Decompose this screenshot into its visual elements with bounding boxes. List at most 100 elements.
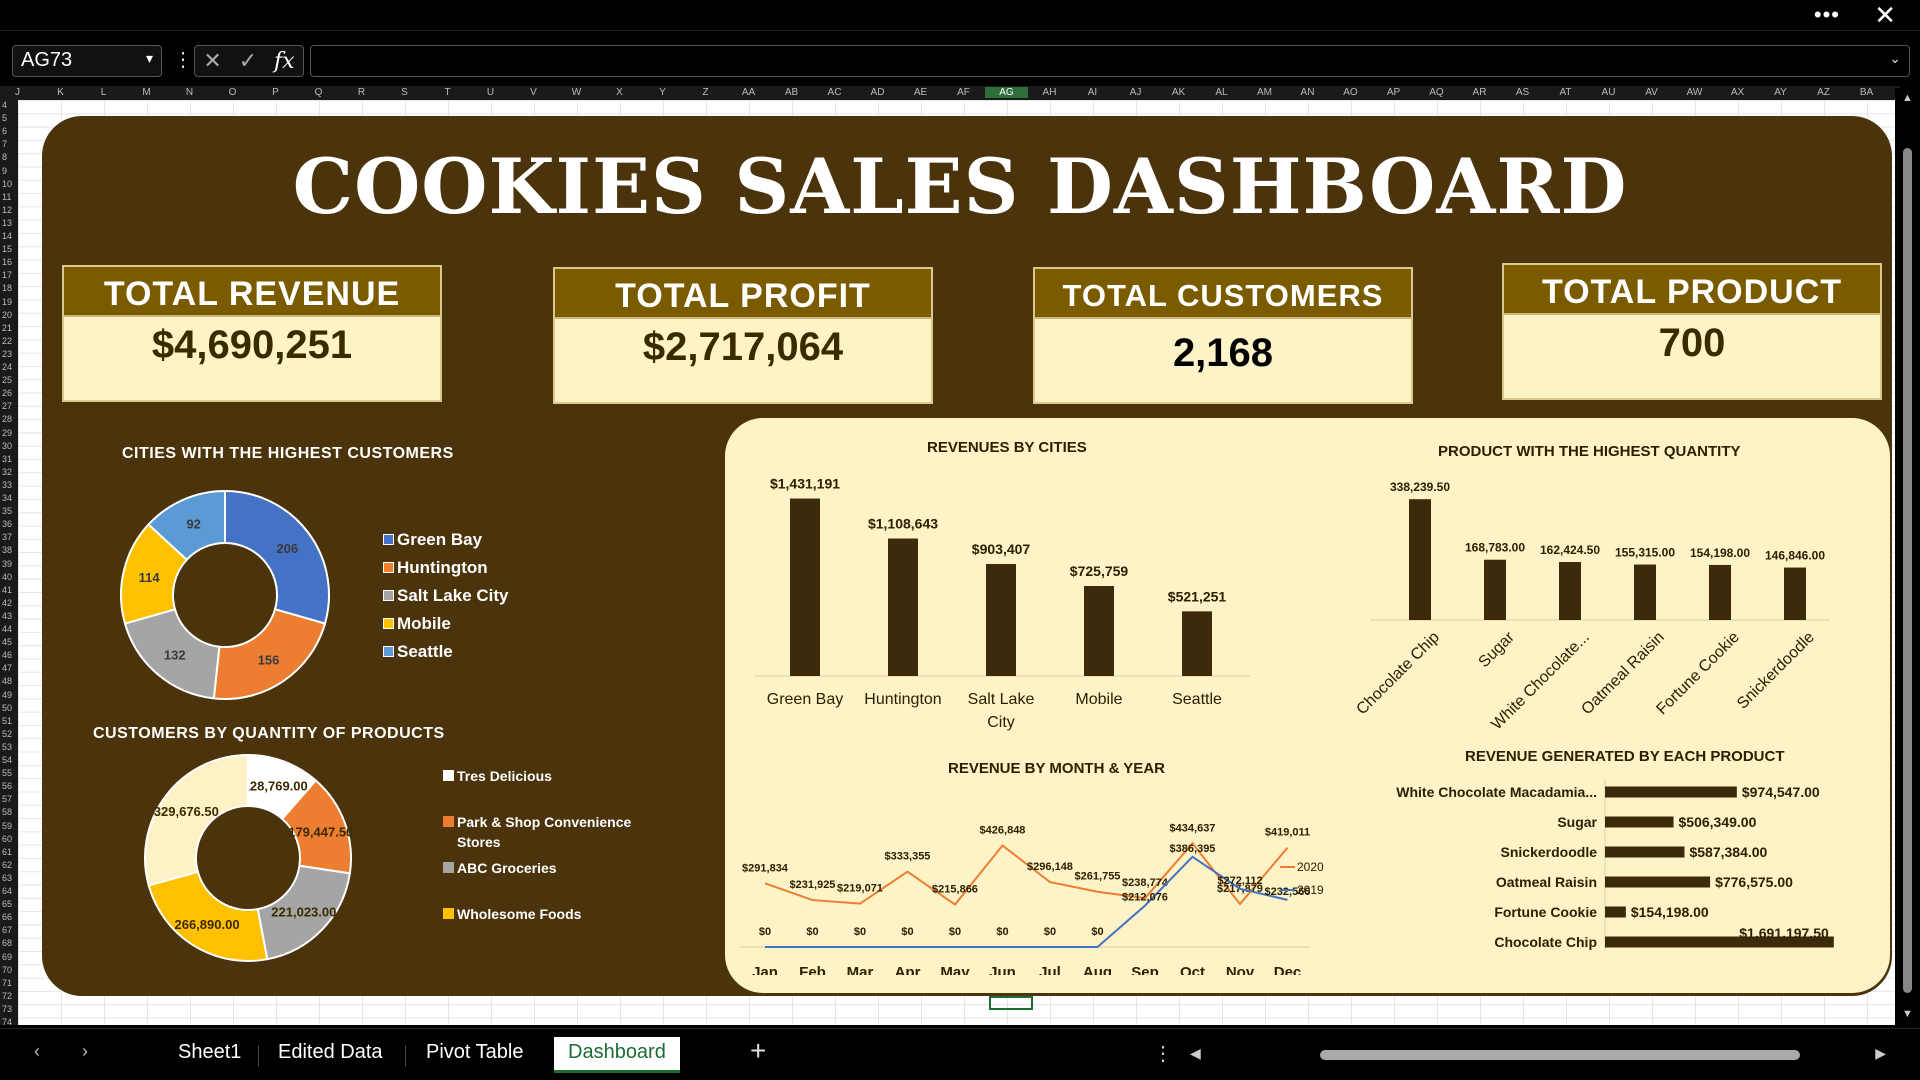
kpi-total-customers[interactable]: TOTAL CUSTOMERS 2,168: [1033, 267, 1413, 404]
scroll-thumb[interactable]: [1320, 1050, 1800, 1060]
column-header: AC: [827, 87, 842, 98]
column-header: T: [444, 87, 451, 98]
data-label: 128,769.00: [243, 778, 308, 793]
column-header: AW: [1686, 87, 1703, 98]
legend-item: Green Bay: [383, 530, 482, 550]
data-label: $272,112: [1217, 875, 1262, 887]
column-header: AE: [913, 87, 928, 98]
row-header: 24: [2, 362, 13, 372]
row-header: 26: [2, 388, 13, 399]
tick-label: White Chocolate Macadamia...: [1396, 784, 1597, 800]
kpi-label: TOTAL PRODUCT: [1504, 265, 1880, 315]
column-header: W: [571, 87, 582, 98]
kpi-value: $4,690,251: [151, 323, 353, 367]
fx-icon[interactable]: fx: [274, 49, 295, 74]
column-header: AK: [1171, 87, 1186, 98]
data-label: $291,834: [742, 862, 789, 874]
column-header: Z: [702, 87, 709, 98]
data-label: $1,691,197.50: [1739, 925, 1829, 941]
revenue-by-month-chart[interactable]: $291,834$231,925 $219,071 $333,355 $215,866…: [735, 775, 1335, 975]
row-header: 48: [2, 676, 13, 687]
scroll-right-icon[interactable]: ▶: [1875, 1045, 1886, 1062]
row-header: 66: [2, 912, 13, 923]
vertical-dots-icon[interactable]: ⋮: [173, 47, 193, 72]
row-header: 20: [2, 309, 13, 320]
scroll-thumb[interactable]: [1903, 148, 1912, 993]
row-header: 58: [2, 807, 13, 818]
row-header: 64: [2, 886, 13, 896]
row-header: 25: [2, 375, 13, 386]
legend-label: Park & Shop Convenience: [457, 814, 632, 830]
column-header: AP: [1386, 87, 1401, 98]
scroll-left-icon[interactable]: ◀: [1190, 1045, 1201, 1062]
row-header: 43: [2, 610, 13, 621]
kpi-total-product[interactable]: TOTAL PRODUCT 700: [1502, 263, 1882, 400]
kpi-label: TOTAL PROFIT: [555, 269, 931, 319]
tick-label: Fortune Cookie: [1653, 629, 1742, 718]
row-header: 21: [2, 322, 13, 333]
revenue-by-cities-chart[interactable]: $1,431,191 Green Bay $1,108,643 Huntington $…: [745, 460, 1265, 740]
tick-label: Nov: [1226, 964, 1255, 975]
more-options-icon[interactable]: •••: [1814, 2, 1840, 28]
row-header: 60: [2, 833, 13, 844]
cancel-icon[interactable]: ✕: [203, 48, 221, 74]
next-sheet-icon[interactable]: ›: [82, 1041, 88, 1062]
expand-formula-icon[interactable]: ⌄: [1889, 50, 1901, 67]
formula-input[interactable]: ⌄: [310, 45, 1910, 77]
row-header: 51: [2, 715, 13, 726]
revenue-by-product-chart[interactable]: White Chocolate Macadamia... $974,547.00 S…: [1330, 775, 1875, 960]
column-header: AH: [1042, 87, 1057, 98]
scroll-down-icon[interactable]: ▼: [1902, 1008, 1913, 1020]
data-label: 156: [258, 653, 280, 668]
prev-sheet-icon[interactable]: ‹: [34, 1041, 40, 1062]
row-header: 38: [2, 545, 13, 556]
data-label: $776,575.00: [1715, 874, 1793, 890]
data-label: $521,251: [1168, 588, 1227, 604]
data-label: 338,239.50: [1390, 480, 1450, 494]
name-box[interactable]: AG73 ▾: [12, 45, 162, 77]
data-label: $0: [901, 926, 913, 938]
tab-dashboard[interactable]: Dashboard: [554, 1037, 680, 1073]
data-label: $154,198.00: [1631, 904, 1709, 920]
cities-donut-chart[interactable]: 206 156 132 114 92: [110, 480, 340, 710]
row-header: 17: [2, 270, 13, 281]
kpi-total-revenue[interactable]: TOTAL REVENUE $4,690,251: [62, 265, 442, 402]
kpi-total-profit[interactable]: TOTAL PROFIT $2,717,064: [553, 267, 933, 404]
legend-swatch: [383, 618, 394, 629]
row-header: 70: [2, 964, 13, 975]
row-header: 68: [2, 938, 13, 949]
row-header: 19: [2, 296, 13, 307]
tab-edited-data[interactable]: Edited Data: [278, 1041, 383, 1064]
legend-item: Salt Lake City: [383, 586, 509, 606]
close-icon[interactable]: ✕: [1874, 0, 1896, 31]
data-label: $426,848: [980, 824, 1026, 836]
horizontal-scrollbar[interactable]: ◀ ▶: [1190, 1045, 1886, 1065]
row-header: 23: [2, 348, 13, 359]
row-header: 63: [2, 872, 13, 883]
scroll-up-icon[interactable]: ▲: [1902, 92, 1913, 104]
row-header: 44: [2, 624, 13, 634]
product-quantity-chart[interactable]: 338,239.50 Chocolate Chip 168,783.00 Sugar 1…: [1330, 465, 1860, 745]
tick-label: Snickerdoodle: [1734, 629, 1818, 713]
bar: [1605, 816, 1674, 828]
tab-pivot-table[interactable]: Pivot Table: [426, 1041, 523, 1064]
add-sheet-icon[interactable]: +: [750, 1035, 766, 1067]
row-header: 5: [2, 113, 8, 124]
legend-label: Salt Lake City: [397, 586, 509, 605]
check-icon[interactable]: ✓: [239, 48, 257, 74]
customers-donut-chart[interactable]: 128,769.00 179,447.50 221,023.00 266,890.00…: [128, 738, 368, 978]
data-label: 179,447.50: [288, 824, 353, 839]
data-label: 114: [139, 570, 161, 585]
chevron-down-icon[interactable]: ▾: [146, 50, 153, 67]
column-header: AU: [1601, 87, 1616, 98]
selected-cell[interactable]: [989, 996, 1033, 1010]
tab-sheet1[interactable]: Sheet1: [178, 1041, 241, 1064]
kpi-value: 2,168: [1172, 331, 1274, 375]
column-header: AV: [1645, 87, 1658, 98]
data-label: $261,755: [1075, 871, 1121, 883]
tick-label: Mobile: [1075, 691, 1122, 708]
column-headers: J K L M N O P Q R S T U V W X Y Z AA AB AC AD AE AF AG AH AI AJ AK A…: [0, 86, 1900, 100]
data-label: 168,783.00: [1465, 541, 1525, 555]
kpi-value: 700: [1658, 321, 1726, 365]
vertical-dots-icon[interactable]: ⋮: [1153, 1041, 1173, 1066]
